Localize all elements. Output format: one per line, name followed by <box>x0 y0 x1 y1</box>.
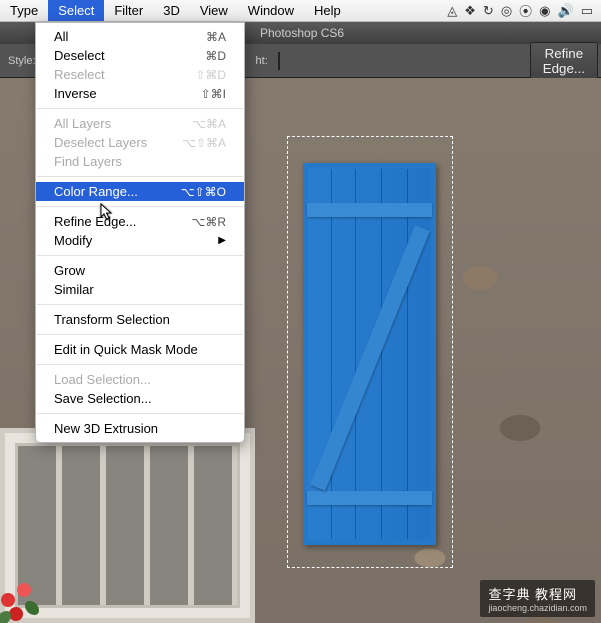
menu-separator <box>37 206 243 207</box>
menu-item-label: Refine Edge... <box>54 214 136 229</box>
menu-type[interactable]: Type <box>0 0 48 21</box>
menu-item-grow[interactable]: Grow <box>36 261 244 280</box>
menu-item-label: New 3D Extrusion <box>54 421 158 436</box>
menu-item-label: Transform Selection <box>54 312 170 327</box>
menu-item-label: Deselect <box>54 48 105 63</box>
menu-item-shortcut: ⌘D <box>205 49 226 63</box>
menu-item-shortcut: ⇧⌘D <box>195 68 226 82</box>
menu-item-refine-edge[interactable]: Refine Edge... ⌥⌘R <box>36 212 244 231</box>
system-menubar: TypeSelectFilter3DViewWindowHelp ◬ ❖ ↻ ◎ ⦿ ◉ 🔊 ▭ <box>0 0 601 22</box>
menu-item-label: Find Layers <box>54 154 122 169</box>
watermark-url: jiaocheng.chazidian.com <box>488 603 587 613</box>
canvas-image-shutter <box>303 163 436 545</box>
menu-item-shortcut: ⌘A <box>206 30 226 44</box>
select-menu-dropdown: All ⌘A Deselect ⌘D Reselect ⇧⌘D Inverse ⇧⌘I All … <box>35 22 245 443</box>
menu-item-load-selection: Load Selection... <box>36 370 244 389</box>
menu-item-shortcut: ⌥⌘R <box>192 215 227 229</box>
menu-item-shortcut: ⌥⌘A <box>192 117 226 131</box>
menu-item-color-range[interactable]: Color Range... ⌥⇧⌘O <box>36 182 244 201</box>
canvas-image-flowers <box>0 573 55 623</box>
menu-item-label: Modify <box>54 233 92 248</box>
menu-separator <box>37 334 243 335</box>
menu-3d[interactable]: 3D <box>153 0 190 21</box>
menu-filter[interactable]: Filter <box>104 0 153 21</box>
menu-item-modify[interactable]: Modify ▶ <box>36 231 244 250</box>
menu-item-label: Similar <box>54 282 94 297</box>
menu-separator <box>37 304 243 305</box>
watermark-text: 查字典 教程网 <box>488 587 577 602</box>
menu-item-reselect: Reselect ⇧⌘D <box>36 65 244 84</box>
menu-item-label: Color Range... <box>54 184 138 199</box>
menu-separator <box>37 364 243 365</box>
menu-item-label: Deselect Layers <box>54 135 147 150</box>
wifi-icon[interactable]: ◉ <box>539 3 550 19</box>
watermark: 查字典 教程网 jiaocheng.chazidian.com <box>480 580 595 617</box>
menu-item-find-layers: Find Layers <box>36 152 244 171</box>
menu-separator <box>37 108 243 109</box>
refine-edge-button[interactable]: Refine Edge... <box>530 42 598 80</box>
menu-item-deselect-layers: Deselect Layers ⌥⇧⌘A <box>36 133 244 152</box>
style-label: Style: <box>8 55 36 67</box>
gdrive-icon[interactable]: ◬ <box>447 3 457 19</box>
menu-item-shortcut: ⌥⇧⌘O <box>181 185 226 199</box>
height-label: ht: <box>256 55 268 67</box>
cc-icon[interactable]: ◎ <box>501 3 512 19</box>
menu-view[interactable]: View <box>190 0 238 21</box>
menu-separator <box>37 255 243 256</box>
menu-item-label: Save Selection... <box>54 391 152 406</box>
menu-separator <box>37 176 243 177</box>
menu-item-label: Inverse <box>54 86 97 101</box>
menu-item-inverse[interactable]: Inverse ⇧⌘I <box>36 84 244 103</box>
menu-window[interactable]: Window <box>238 0 304 21</box>
chevron-right-icon: ▶ <box>218 235 226 246</box>
volume-icon[interactable]: 🔊 <box>558 3 574 19</box>
app-title: Photoshop CS6 <box>260 26 344 40</box>
menu-item-label: Reselect <box>54 67 105 82</box>
battery-icon[interactable]: ▭ <box>581 3 593 19</box>
menu-item-label: Edit in Quick Mask Mode <box>54 342 198 357</box>
menu-item-label: All <box>54 29 68 44</box>
sync-icon[interactable]: ↻ <box>483 3 494 19</box>
menu-item-all-layers: All Layers ⌥⌘A <box>36 114 244 133</box>
menu-item-save-selection[interactable]: Save Selection... <box>36 389 244 408</box>
menu-item-deselect[interactable]: Deselect ⌘D <box>36 46 244 65</box>
menu-separator <box>37 413 243 414</box>
menu-help[interactable]: Help <box>304 0 351 21</box>
menu-item-shortcut: ⌥⇧⌘A <box>182 136 226 150</box>
menu-item-shortcut: ⇧⌘I <box>201 87 226 101</box>
apps-icon[interactable]: ⦿ <box>519 1 532 20</box>
menu-item-edit-in-quick-mask-mode[interactable]: Edit in Quick Mask Mode <box>36 340 244 359</box>
menu-item-label: All Layers <box>54 116 111 131</box>
menu-item-label: Load Selection... <box>54 372 151 387</box>
menu-item-label: Grow <box>54 263 85 278</box>
height-field[interactable] <box>278 52 280 70</box>
dropbox-icon[interactable]: ❖ <box>464 3 476 19</box>
menu-item-similar[interactable]: Similar <box>36 280 244 299</box>
menu-item-new-3d-extrusion[interactable]: New 3D Extrusion <box>36 419 244 438</box>
menu-select[interactable]: Select <box>48 0 104 21</box>
menu-item-all[interactable]: All ⌘A <box>36 27 244 46</box>
menu-item-transform-selection[interactable]: Transform Selection <box>36 310 244 329</box>
